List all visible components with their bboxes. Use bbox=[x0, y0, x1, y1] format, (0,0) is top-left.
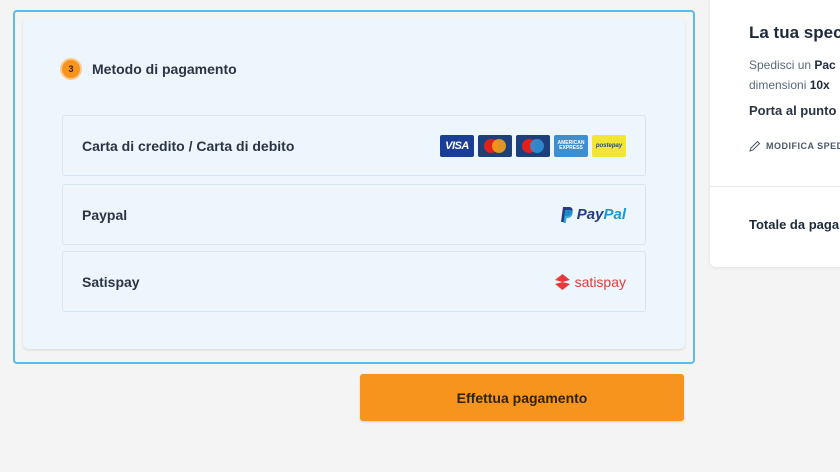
payment-option-card-label: Carta di credito / Carta di debito bbox=[82, 137, 295, 154]
summary-destination: Porta al punto bbox=[749, 103, 837, 118]
american-express-logo: AMERICAN EXPRESS bbox=[554, 134, 588, 157]
edit-shipment-link[interactable]: MODIFICA SPED bbox=[749, 140, 840, 152]
payment-option-satispay-label: Satispay bbox=[82, 273, 140, 290]
step-number-badge: 3 bbox=[60, 58, 82, 80]
card-logos: VISA AMERICAN EXPRESS postepay bbox=[440, 134, 626, 157]
payment-option-satispay[interactable]: Satispay satispay bbox=[62, 251, 646, 312]
payment-option-paypal[interactable]: Paypal PayPal bbox=[62, 184, 646, 245]
postepay-logo: postepay bbox=[592, 134, 626, 157]
visa-logo: VISA bbox=[440, 134, 474, 157]
payment-option-card[interactable]: Carta di credito / Carta di debito VISA … bbox=[62, 115, 646, 176]
order-summary-panel: La tua spec Spedisci un Pac dimensioni 1… bbox=[710, 0, 840, 267]
payment-section-focus-frame: 3 Metodo di pagamento Carta di credito /… bbox=[13, 10, 695, 364]
payment-method-card: 3 Metodo di pagamento Carta di credito /… bbox=[23, 19, 685, 349]
paypal-logo: PayPal bbox=[560, 206, 626, 223]
maestro-logo bbox=[516, 134, 550, 157]
payment-method-title: Metodo di pagamento bbox=[92, 61, 237, 77]
paypal-icon bbox=[560, 206, 573, 223]
pencil-icon bbox=[749, 140, 761, 152]
submit-payment-button[interactable]: Effettua pagamento bbox=[360, 374, 684, 421]
satispay-icon bbox=[554, 273, 570, 290]
summary-divider bbox=[710, 186, 840, 187]
step-header: 3 Metodo di pagamento bbox=[60, 58, 237, 80]
summary-dimensions-line: dimensioni 10x bbox=[749, 78, 830, 92]
payment-option-paypal-label: Paypal bbox=[82, 206, 128, 223]
summary-total-label: Totale da paga bbox=[749, 217, 840, 232]
satispay-logo: satispay bbox=[554, 273, 626, 290]
summary-package-line: Spedisci un Pac bbox=[749, 58, 836, 72]
mastercard-logo bbox=[478, 134, 512, 157]
summary-title: La tua spec bbox=[749, 23, 840, 42]
